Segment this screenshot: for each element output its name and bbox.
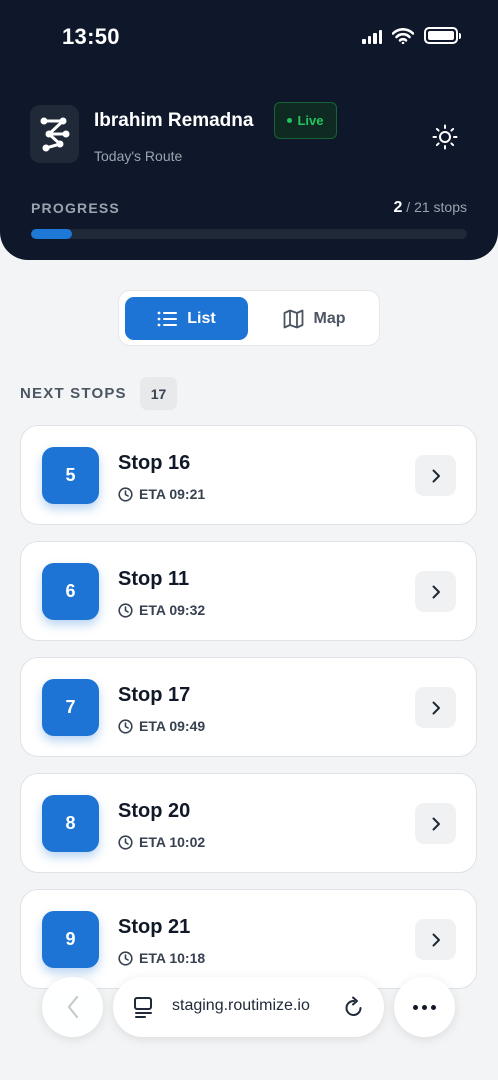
stop-sequence-number: 8 — [42, 795, 99, 852]
tab-list-label: List — [187, 309, 216, 327]
stop-title: Stop 16 — [118, 452, 191, 474]
chevron-right-icon — [432, 701, 440, 714]
chevron-right-icon — [432, 817, 440, 830]
reload-icon[interactable] — [343, 995, 365, 1019]
progress-count: 2 / 21 stops — [394, 199, 468, 217]
progress-total: / 21 stops — [406, 199, 467, 215]
more-options-button[interactable] — [394, 977, 455, 1037]
clock-icon — [118, 486, 133, 502]
next-stops-heading: NEXT STOPS — [20, 385, 127, 402]
clock-icon — [118, 950, 133, 966]
live-label: Live — [297, 113, 324, 128]
more-dot-icon — [431, 1004, 436, 1010]
status-bar: 13:50 — [0, 0, 498, 72]
stop-details-button[interactable] — [415, 919, 456, 960]
status-time: 13:50 — [62, 24, 120, 49]
progress-label: PROGRESS — [31, 200, 120, 216]
tab-list[interactable]: List — [125, 297, 248, 340]
live-dot-icon — [287, 118, 293, 123]
chevron-right-icon — [432, 585, 440, 598]
stop-eta: ETA 10:18 — [118, 950, 205, 966]
stop-details-button[interactable] — [415, 687, 456, 728]
stop-eta-text: ETA 09:21 — [139, 486, 206, 502]
stop-details-button[interactable] — [415, 455, 456, 496]
list-icon — [157, 311, 178, 326]
more-dot-icon — [422, 1004, 427, 1010]
stop-eta: ETA 10:02 — [118, 834, 205, 850]
status-icons — [362, 27, 461, 44]
browser-toolbar: staging.routimize.io — [0, 968, 498, 1048]
clock-icon — [118, 602, 133, 618]
tab-map[interactable]: Map — [254, 297, 374, 340]
stop-card[interactable]: 5 Stop 16 ETA 09:21 — [20, 425, 477, 525]
chevron-left-icon — [67, 995, 78, 1019]
battery-icon — [424, 27, 461, 44]
progress-completed: 2 — [393, 199, 403, 216]
stop-title: Stop 21 — [118, 916, 191, 938]
chevron-right-icon — [432, 469, 440, 482]
stop-sequence-number: 6 — [42, 563, 99, 620]
sun-icon — [432, 124, 458, 150]
stop-eta-text: ETA 09:32 — [139, 602, 206, 618]
stop-title: Stop 17 — [118, 684, 191, 706]
stop-eta-text: ETA 09:49 — [139, 718, 206, 734]
clock-icon — [118, 834, 133, 850]
page-tabs-icon — [134, 997, 152, 1018]
address-bar[interactable]: staging.routimize.io — [113, 977, 384, 1037]
tab-map-label: Map — [313, 309, 346, 327]
stop-title: Stop 11 — [118, 568, 190, 590]
route-network-icon — [30, 105, 79, 163]
stop-eta-text: ETA 10:02 — [139, 834, 206, 850]
chevron-right-icon — [432, 933, 440, 946]
stop-sequence-number: 9 — [42, 911, 99, 968]
stop-eta: ETA 09:32 — [118, 602, 205, 618]
clock-icon — [118, 718, 133, 734]
stop-details-button[interactable] — [415, 803, 456, 844]
more-dot-icon — [413, 1004, 418, 1010]
theme-toggle-button[interactable] — [430, 122, 460, 152]
stop-sequence-number: 5 — [42, 447, 99, 504]
map-icon — [283, 309, 303, 328]
wifi-icon — [392, 27, 414, 44]
cellular-signal-icon — [362, 28, 382, 44]
route-subtitle: Today's Route — [94, 148, 183, 164]
progress-bar — [31, 229, 467, 239]
stop-card[interactable]: 7 Stop 17 ETA 09:49 — [20, 657, 477, 757]
stop-title: Stop 20 — [118, 800, 191, 822]
stop-eta: ETA 09:21 — [118, 486, 205, 502]
stop-sequence-number: 7 — [42, 679, 99, 736]
stop-eta-text: ETA 10:18 — [139, 950, 206, 966]
stop-details-button[interactable] — [415, 571, 456, 612]
route-header: 13:50 Ibrahim Remadna Live Today's Route… — [0, 0, 498, 260]
view-toggle: List Map — [118, 290, 380, 346]
driver-profile: Ibrahim Remadna Live Today's Route — [30, 102, 470, 172]
url-text: staging.routimize.io — [172, 997, 310, 1014]
stop-eta: ETA 09:49 — [118, 718, 205, 734]
stop-card[interactable]: 6 Stop 11 ETA 09:32 — [20, 541, 477, 641]
next-stops-count-badge: 17 — [140, 377, 177, 410]
live-status-badge: Live — [274, 102, 337, 139]
stop-card[interactable]: 8 Stop 20 ETA 10:02 — [20, 773, 477, 873]
driver-name: Ibrahim Remadna — [94, 110, 254, 131]
progress-bar-fill — [31, 229, 73, 239]
browser-back-button[interactable] — [42, 977, 103, 1037]
